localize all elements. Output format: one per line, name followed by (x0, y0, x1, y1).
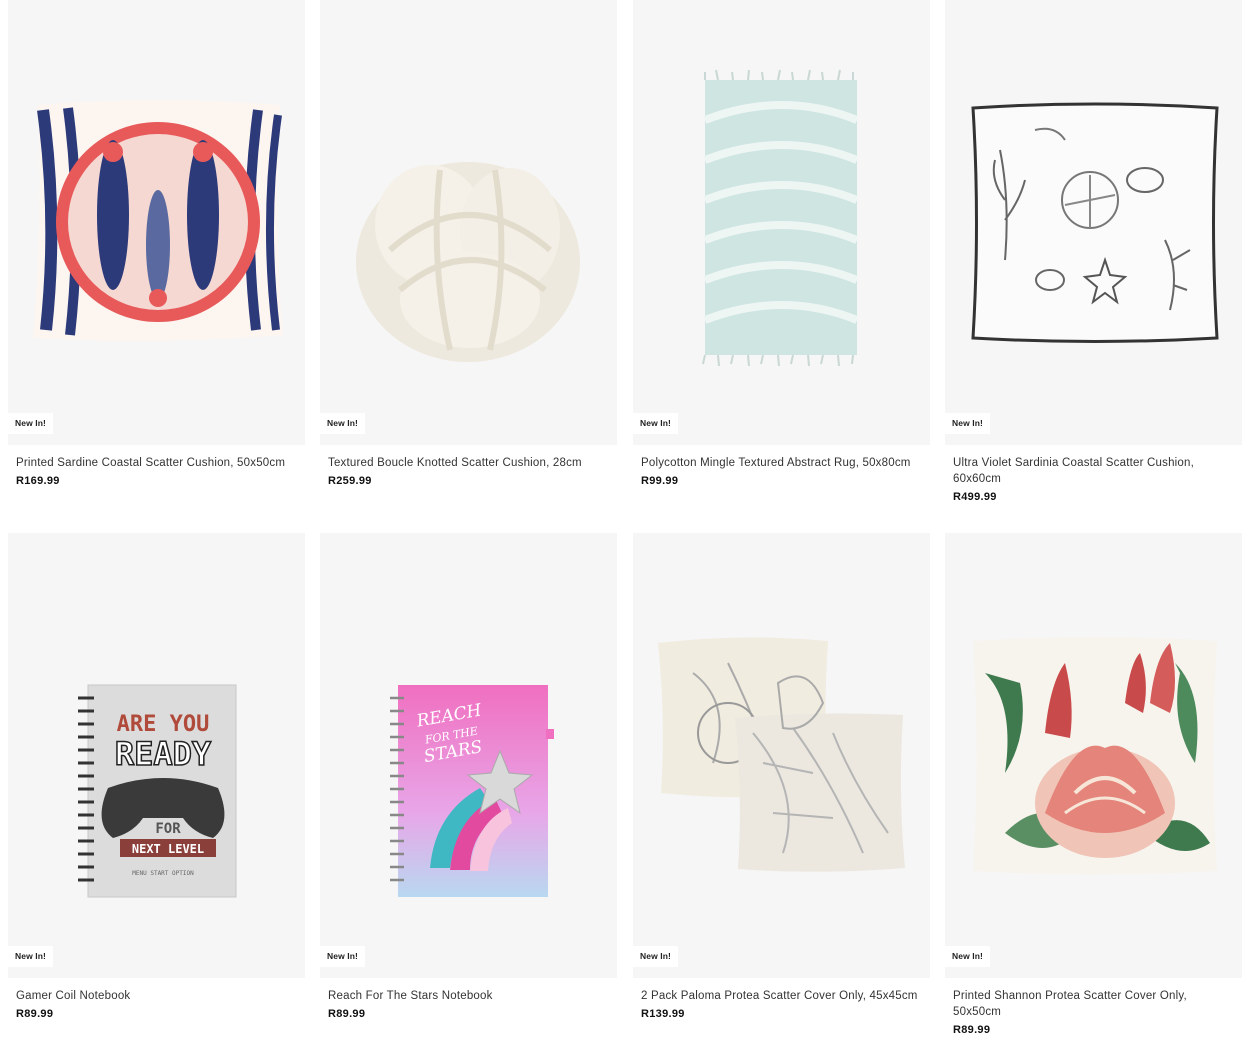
product-card[interactable]: REACH FOR THE STARS New In! Reach For Th… (320, 533, 617, 1020)
product-title[interactable]: Textured Boucle Knotted Scatter Cushion,… (328, 455, 609, 471)
product-card[interactable]: New In! Printed Shannon Protea Scatter C… (945, 533, 1242, 1036)
notebook-text-line: READY (115, 735, 212, 773)
product-title[interactable]: Ultra Violet Sardinia Coastal Scatter Cu… (953, 455, 1234, 487)
notebook-text-line: NEXT LEVEL (132, 842, 204, 856)
product-price: R89.99 (16, 1008, 54, 1020)
abstract-rug-image (702, 69, 859, 367)
product-image[interactable]: REACH FOR THE STARS New In! (320, 533, 617, 978)
new-in-badge: New In! (633, 946, 678, 967)
product-image[interactable]: New In! (633, 533, 930, 978)
product-price: R499.99 (953, 491, 997, 503)
notebook-text-line: FOR (155, 821, 181, 837)
product-image[interactable]: New In! (945, 533, 1242, 978)
product-card[interactable]: New In! Printed Sardine Coastal Scatter … (8, 0, 305, 487)
product-image[interactable]: New In! (8, 0, 305, 445)
product-price: R89.99 (328, 1008, 366, 1020)
product-image[interactable]: ARE YOU READY FOR NEXT LEVEL MENU START … (8, 533, 305, 978)
product-image[interactable]: New In! (633, 0, 930, 445)
product-image[interactable]: New In! (320, 0, 617, 445)
product-title[interactable]: 2 Pack Paloma Protea Scatter Cover Only,… (641, 988, 922, 1004)
sardine-cushion-image (33, 100, 283, 341)
product-title[interactable]: Reach For The Stars Notebook (328, 988, 609, 1004)
product-card[interactable]: New In! 2 Pack Paloma Protea Scatter Cov… (633, 533, 930, 1020)
notebook-text-line: ARE YOU (117, 712, 210, 737)
product-price: R169.99 (16, 475, 60, 487)
product-title[interactable]: Printed Shannon Protea Scatter Cover Onl… (953, 988, 1234, 1020)
new-in-badge: New In! (320, 946, 365, 967)
product-card[interactable]: New In! Polycotton Mingle Textured Abstr… (633, 0, 930, 487)
gamer-notebook-image: ARE YOU READY FOR NEXT LEVEL MENU START … (78, 684, 237, 898)
product-card[interactable]: New In! Ultra Violet Sardinia Coastal Sc… (945, 0, 1242, 503)
new-in-badge: New In! (8, 946, 53, 967)
new-in-badge: New In! (8, 413, 53, 434)
product-title[interactable]: Polycotton Mingle Textured Abstract Rug,… (641, 455, 922, 471)
product-price: R259.99 (328, 475, 372, 487)
product-title[interactable]: Gamer Coil Notebook (16, 988, 297, 1004)
new-in-badge: New In! (945, 413, 990, 434)
notebook-text-line: MENU START OPTION (132, 870, 194, 877)
product-price: R139.99 (641, 1008, 685, 1020)
new-in-badge: New In! (633, 413, 678, 434)
boucle-knot-cushion-image (356, 162, 580, 362)
product-card[interactable]: ARE YOU READY FOR NEXT LEVEL MENU START … (8, 533, 305, 1020)
new-in-badge: New In! (945, 946, 990, 967)
product-card[interactable]: New In! Textured Boucle Knotted Scatter … (320, 0, 617, 487)
protea-cover-pack-image (658, 637, 905, 872)
product-title[interactable]: Printed Sardine Coastal Scatter Cushion,… (16, 455, 297, 471)
product-price: R89.99 (953, 1024, 991, 1036)
product-price: R99.99 (641, 475, 679, 487)
protea-cover-image (973, 637, 1217, 875)
coastal-cushion-image (971, 102, 1219, 343)
product-image[interactable]: New In! (945, 0, 1242, 445)
stars-notebook-image: REACH FOR THE STARS (390, 685, 554, 897)
new-in-badge: New In! (320, 413, 365, 434)
